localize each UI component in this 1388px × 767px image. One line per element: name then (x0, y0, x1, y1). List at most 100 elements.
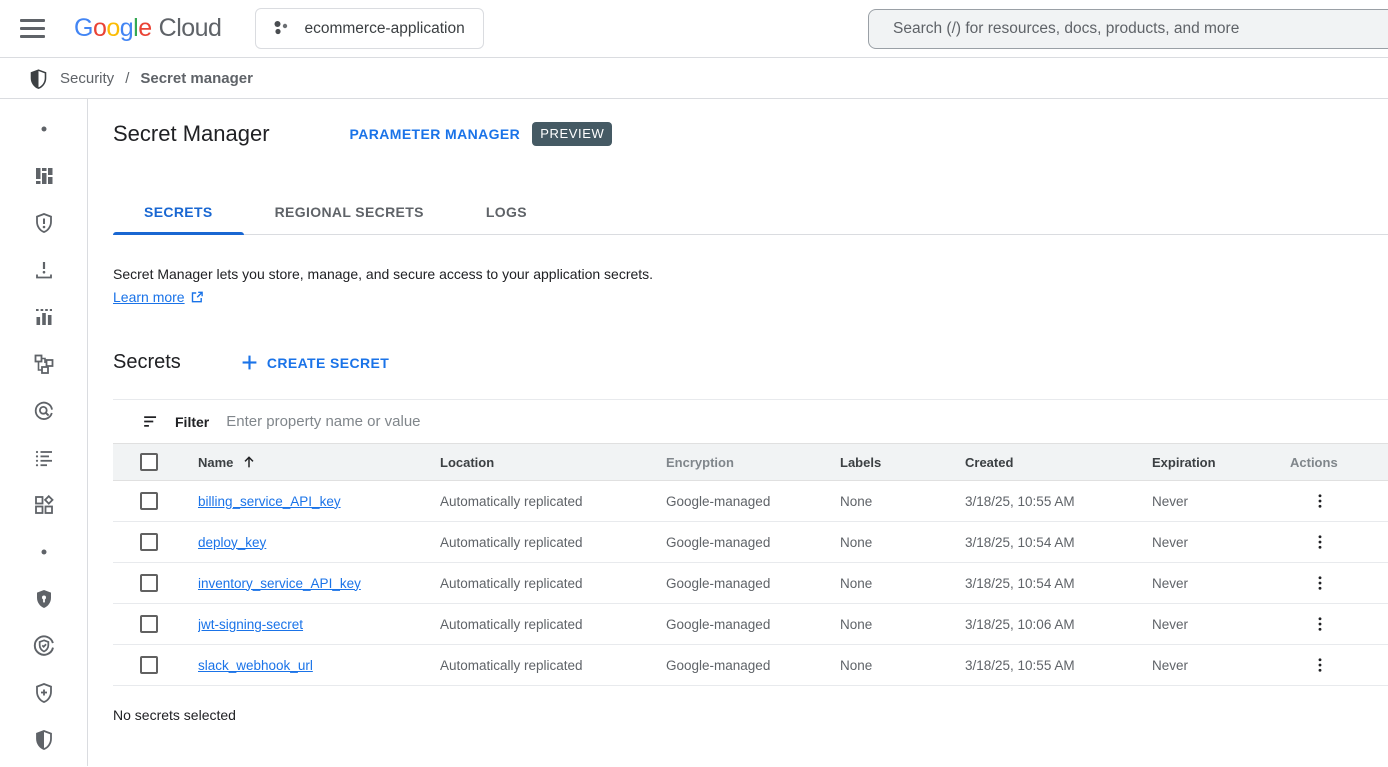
gcp-console-window: G o o g l e Cloud ecommerce-application … (0, 0, 1388, 767)
row-actions-menu-icon[interactable] (1308, 653, 1332, 677)
row-actions-menu-icon[interactable] (1308, 612, 1332, 636)
create-secret-button[interactable]: CREATE SECRET (241, 354, 389, 371)
select-all-checkbox[interactable] (140, 453, 158, 471)
security-nav-rail (0, 99, 88, 766)
secret-name-link[interactable]: jwt-signing-secret (198, 617, 303, 632)
cell-created: 3/18/25, 10:06 AM (965, 604, 1152, 645)
project-name: ecommerce-application (304, 20, 464, 38)
shield-lock-icon[interactable] (0, 575, 87, 622)
logo-letter: o (93, 14, 106, 43)
posture-chart-icon[interactable] (0, 293, 87, 340)
cell-created: 3/18/25, 10:54 AM (965, 522, 1152, 563)
security-shield-icon (28, 68, 49, 89)
table-row: jwt-signing-secret Automatically replica… (113, 604, 1388, 645)
cell-expiration: Never (1152, 645, 1290, 686)
table-header-row: Name Location Encryption Labels (113, 444, 1388, 481)
filter-input[interactable] (224, 400, 1388, 443)
column-header-created[interactable]: Created (965, 444, 1152, 481)
compliance-shield-icon[interactable] (0, 622, 87, 669)
project-selector-button[interactable]: ecommerce-application (255, 8, 483, 49)
cell-expiration: Never (1152, 604, 1290, 645)
column-header-expiration[interactable]: Expiration (1152, 444, 1290, 481)
cell-labels: None (840, 604, 965, 645)
breadcrumb: Security / Secret manager (0, 58, 1388, 99)
plus-icon (241, 354, 258, 371)
hamburger-menu-icon[interactable] (20, 15, 48, 43)
cell-location: Automatically replicated (440, 481, 666, 522)
security-shield-icon[interactable] (0, 716, 87, 763)
column-header-encryption: Encryption (666, 444, 840, 481)
column-header-actions: Actions (1290, 444, 1388, 481)
tab-logs[interactable]: LOGS (455, 189, 558, 234)
table-row: inventory_service_API_key Automatically … (113, 563, 1388, 604)
row-actions-menu-icon[interactable] (1308, 489, 1332, 513)
cell-expiration: Never (1152, 563, 1290, 604)
cell-encryption: Google-managed (666, 563, 840, 604)
row-checkbox[interactable] (140, 615, 158, 633)
global-search-box[interactable] (868, 9, 1388, 49)
row-checkbox[interactable] (140, 656, 158, 674)
secret-name-link[interactable]: deploy_key (198, 535, 266, 550)
cell-created: 3/18/25, 10:55 AM (965, 481, 1152, 522)
top-app-bar: G o o g l e Cloud ecommerce-application (0, 0, 1388, 58)
secret-name-link[interactable]: inventory_service_API_key (198, 576, 361, 591)
filter-icon (141, 412, 160, 431)
dot-indicator (0, 528, 87, 575)
column-header-name[interactable]: Name (198, 455, 233, 470)
create-secret-label: CREATE SECRET (267, 355, 389, 371)
cell-encryption: Google-managed (666, 522, 840, 563)
page-title: Secret Manager (113, 121, 270, 147)
findings-list-icon[interactable] (0, 434, 87, 481)
page-description: Secret Manager lets you store, manage, a… (113, 266, 1388, 282)
filter-label[interactable]: Filter (175, 414, 209, 430)
dot-indicator (0, 105, 87, 152)
column-header-location[interactable]: Location (440, 444, 666, 481)
cell-encryption: Google-managed (666, 645, 840, 686)
sort-ascending-icon[interactable] (241, 454, 257, 470)
threat-search-icon[interactable] (0, 387, 87, 434)
cell-encryption: Google-managed (666, 604, 840, 645)
external-link-icon (190, 290, 204, 304)
attack-path-icon[interactable] (0, 340, 87, 387)
cell-labels: None (840, 481, 965, 522)
shield-alert-icon[interactable] (0, 199, 87, 246)
secrets-table: Filter Name (113, 399, 1388, 686)
cell-expiration: Never (1152, 481, 1290, 522)
learn-more-link[interactable]: Learn more (113, 289, 185, 305)
secrets-section-title: Secrets (113, 351, 181, 374)
logo-letter: e (138, 14, 151, 43)
cell-location: Automatically replicated (440, 604, 666, 645)
logo-letter: g (120, 14, 133, 43)
row-checkbox[interactable] (140, 533, 158, 551)
table-row: deploy_key Automatically replicated Goog… (113, 522, 1388, 563)
row-checkbox[interactable] (140, 492, 158, 510)
cell-created: 3/18/25, 10:54 AM (965, 563, 1152, 604)
risk-overview-icon[interactable] (0, 152, 87, 199)
tab-secrets[interactable]: SECRETS (113, 189, 244, 234)
breadcrumb-security-link[interactable]: Security (60, 70, 114, 87)
parameter-manager-link[interactable]: PARAMETER MANAGER (350, 126, 521, 142)
global-search-input[interactable] (891, 19, 1388, 39)
cell-labels: None (840, 522, 965, 563)
row-checkbox[interactable] (140, 574, 158, 592)
cell-location: Automatically replicated (440, 522, 666, 563)
column-header-labels[interactable]: Labels (840, 444, 965, 481)
cell-location: Automatically replicated (440, 563, 666, 604)
filter-bar[interactable]: Filter (113, 399, 1388, 443)
cell-encryption: Google-managed (666, 481, 840, 522)
row-actions-menu-icon[interactable] (1308, 571, 1332, 595)
ingestion-icon[interactable] (0, 246, 87, 293)
assets-grid-icon[interactable] (0, 481, 87, 528)
cell-expiration: Never (1152, 522, 1290, 563)
tab-bar: SECRETS REGIONAL SECRETS LOGS (113, 189, 1388, 235)
cell-labels: None (840, 645, 965, 686)
secret-name-link[interactable]: billing_service_API_key (198, 494, 341, 509)
tab-regional-secrets[interactable]: REGIONAL SECRETS (244, 189, 455, 234)
selection-status: No secrets selected (113, 707, 1388, 723)
logo-letter: o (106, 14, 119, 43)
row-actions-menu-icon[interactable] (1308, 530, 1332, 554)
table-row: slack_webhook_url Automatically replicat… (113, 645, 1388, 686)
shield-plus-icon[interactable] (0, 669, 87, 716)
secret-name-link[interactable]: slack_webhook_url (198, 658, 313, 673)
breadcrumb-current-page: Secret manager (140, 70, 253, 87)
